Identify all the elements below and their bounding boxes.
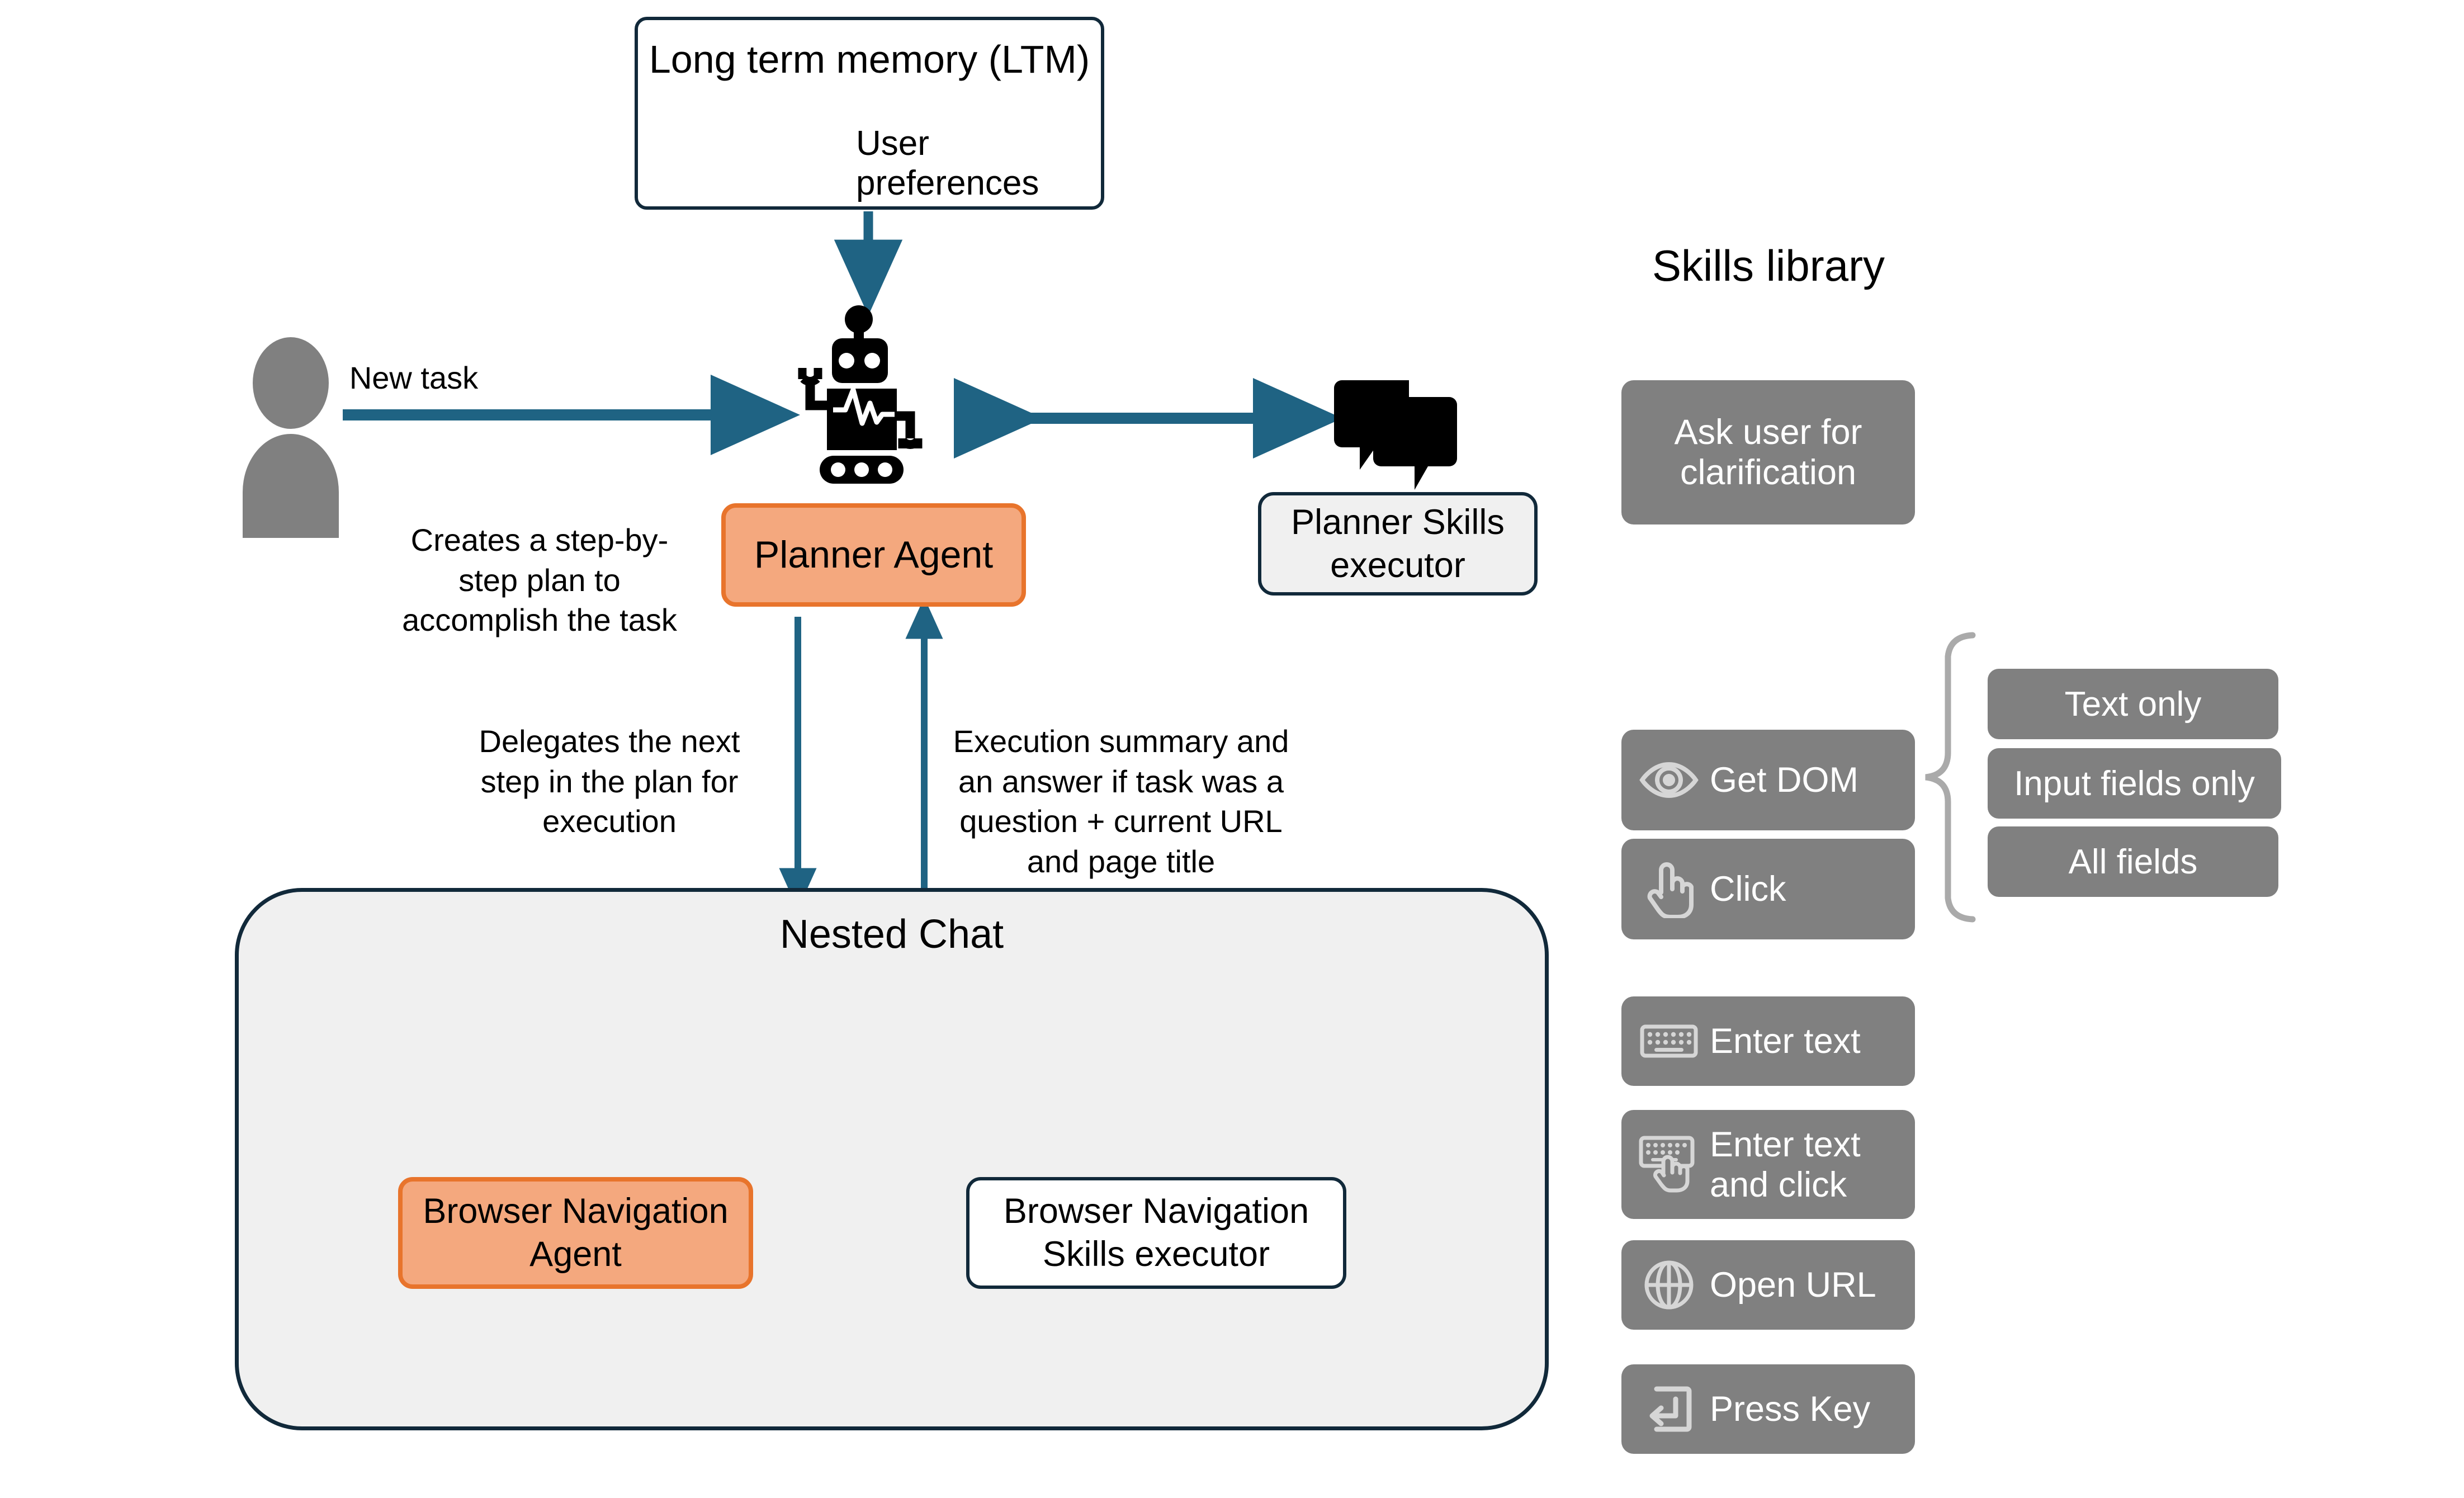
skill-click[interactable]: Click [1621,839,1915,939]
diagram-canvas: Long term memory (LTM) User preferences … [0,0,2464,1498]
skill-open-url[interactable]: Open URL [1621,1240,1915,1330]
new-task-label: New task [349,360,479,395]
browser-navigation-agent-box[interactable]: Browser Navigation Agent [398,1177,753,1289]
skills-library-title: Skills library [1652,241,1885,290]
eye-icon [1638,761,1700,799]
nested-chat-panel [235,888,1549,1430]
nested-chat-title: Nested Chat [779,912,1004,957]
chat-bubbles-icon [1334,380,1457,490]
execution-summary-note: Execution summary and an answer if task … [953,724,1289,880]
planner-agent-box[interactable]: Planner Agent [721,503,1026,607]
skill-press-key[interactable]: Press Key [1621,1364,1915,1454]
ltm-user-preferences-label: User preferences [856,124,1039,202]
skill-enter-text[interactable]: Enter text [1621,996,1915,1086]
skill-get-dom[interactable]: Get DOM [1621,730,1915,830]
dom-option-input-fields-only[interactable]: Input fields only [1988,748,2281,819]
enter-key-icon [1638,1383,1700,1435]
skill-label: Enter text [1710,1022,1861,1061]
skill-label: Enter text and click [1710,1124,1861,1204]
dom-option-all-fields[interactable]: All fields [1988,826,2278,897]
dom-options-bracket [1925,632,1976,923]
skill-ask-user-for-clarification[interactable]: Ask user for clarification [1621,380,1915,524]
skill-label: Open URL [1710,1265,1876,1305]
robot-icon [798,305,923,484]
skill-label: Click [1710,869,1786,909]
planner-skills-executor-box[interactable]: Planner Skills executor [1258,492,1538,596]
dom-option-text-only[interactable]: Text only [1988,669,2278,739]
ltm-title: Long term memory (LTM) [649,37,1090,81]
delegate-note: Delegates the next step in the plan for … [479,724,740,839]
keyboard-icon [1638,1021,1700,1061]
skill-enter-text-and-click[interactable]: Enter text and click [1621,1110,1915,1219]
planner-agent-note: Creates a step-by-step plan to accomplis… [402,522,677,638]
skill-label: Get DOM [1710,760,1859,800]
skill-label: Ask user for clarification [1674,413,1862,492]
pointer-hand-icon [1638,860,1700,918]
skill-label: Press Key [1710,1390,1871,1429]
browser-navigation-skills-executor-box[interactable]: Browser Navigation Skills executor [966,1177,1346,1289]
long-term-memory-box: Long term memory (LTM) User preferences [635,17,1104,210]
globe-icon [1638,1258,1700,1312]
keyboard-click-icon [1638,1135,1700,1195]
